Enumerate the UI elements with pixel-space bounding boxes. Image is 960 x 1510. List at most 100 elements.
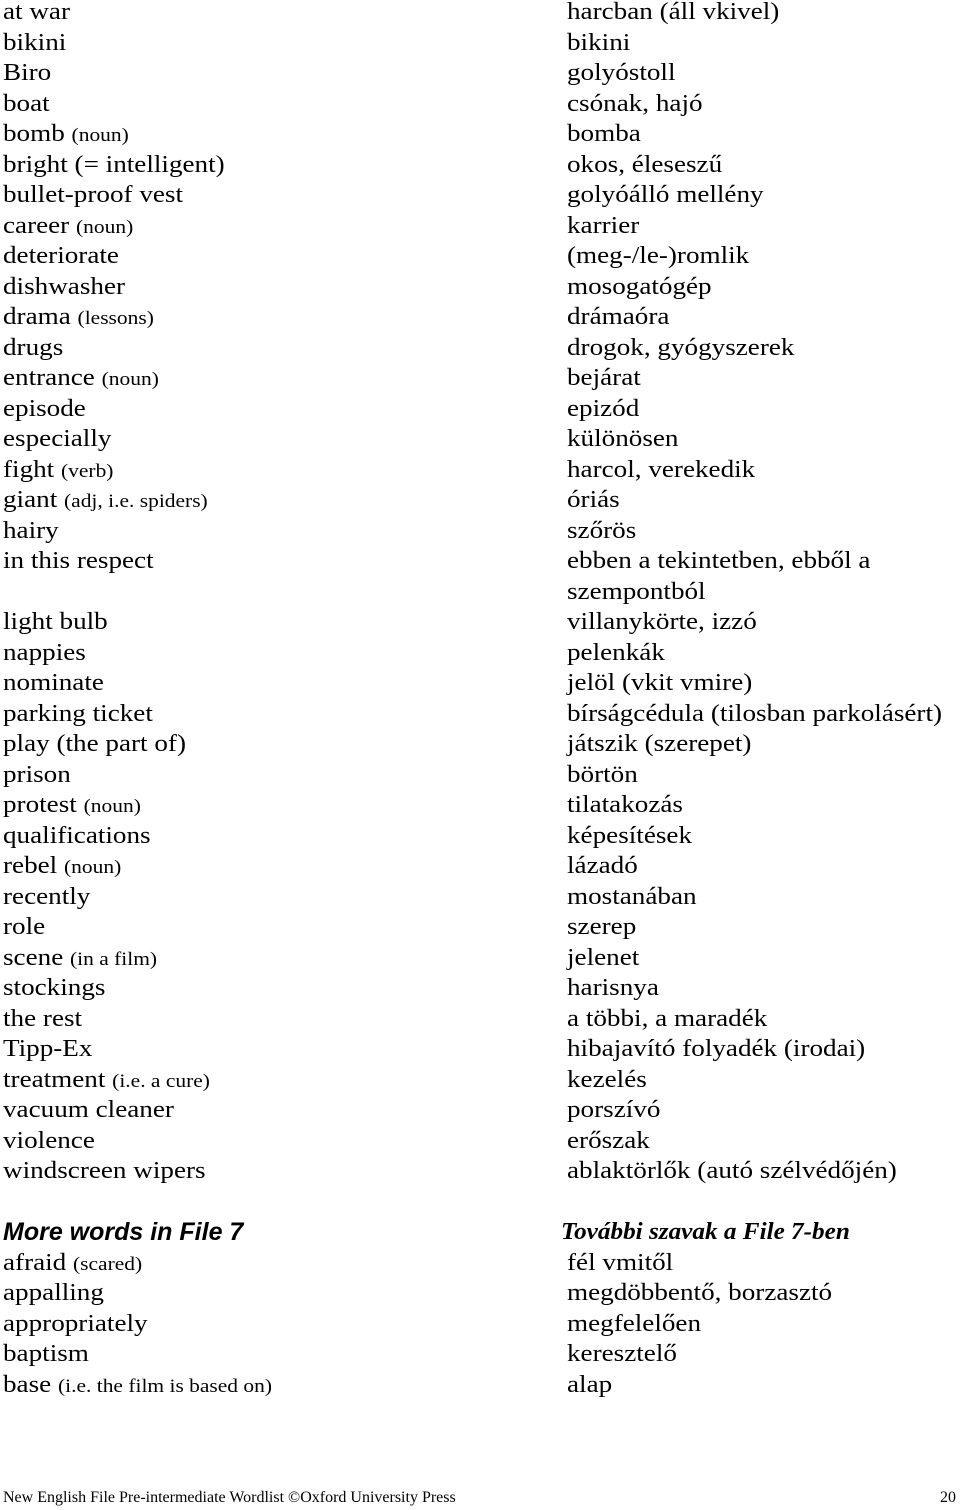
word-row: bullet-proof vest golyóálló mellény bbox=[0, 180, 960, 210]
hungarian-translation: óriás bbox=[567, 487, 620, 513]
english-term: base (i.e. the film is based on) bbox=[3, 1370, 272, 1402]
term-text: appropriately bbox=[3, 1310, 148, 1337]
word-row: bright (= intelligent) okos, éleseszű bbox=[0, 150, 960, 180]
english-term: especially bbox=[3, 424, 111, 454]
english-term: rebel (noun) bbox=[3, 851, 121, 883]
english-term: appalling bbox=[3, 1278, 104, 1308]
term-note: (verb) bbox=[61, 460, 114, 482]
term-text: parking ticket bbox=[3, 700, 153, 727]
word-row: the rest a többi, a maradék bbox=[0, 1004, 960, 1034]
word-row: career (noun) karrier bbox=[0, 211, 960, 241]
word-row: parking ticket bírságcédula (tilosban par… bbox=[0, 699, 960, 729]
english-term: violence bbox=[3, 1126, 95, 1156]
word-row: episode epizód bbox=[0, 394, 960, 424]
term-text: Biro bbox=[3, 60, 52, 86]
term-text: afraid bbox=[3, 1249, 67, 1276]
hungarian-translation: képesítések bbox=[567, 822, 693, 849]
hungarian-translation: lázadó bbox=[567, 853, 638, 879]
hungarian-translation: bejárat bbox=[567, 365, 641, 391]
term-note: (noun) bbox=[101, 369, 159, 390]
hungarian-translation: harcban (áll vkivel) bbox=[567, 0, 780, 25]
word-row: Biro golyóstoll bbox=[0, 58, 960, 88]
footer-text: New English File Pre-intermediate Wordli… bbox=[3, 1489, 456, 1506]
term-text: entrance bbox=[3, 365, 95, 391]
term-text: vacuum cleaner bbox=[3, 1097, 174, 1123]
term-note: (i.e. the film is based on) bbox=[57, 1375, 273, 1397]
term-text: base bbox=[3, 1371, 52, 1398]
word-row: recently mostanában bbox=[0, 882, 960, 912]
english-term: appropriately bbox=[3, 1309, 148, 1339]
term-text: nominate bbox=[3, 670, 104, 696]
english-term: bomb (noun) bbox=[3, 119, 129, 151]
hungarian-translation: erőszak bbox=[567, 1127, 650, 1154]
hungarian-translation: ebben a tekintetben, ebből a bbox=[567, 548, 871, 574]
word-row: Tipp-Ex hibajavító folyadék (irodai) bbox=[0, 1034, 960, 1064]
english-term: fight (verb) bbox=[3, 455, 113, 487]
english-term: play (the part of) bbox=[3, 729, 186, 759]
word-row: giant (adj, i.e. spiders) óriás bbox=[0, 485, 960, 515]
word-row: drugs drogok, gyógyszerek bbox=[0, 333, 960, 363]
term-text: dishwasher bbox=[3, 273, 126, 300]
english-term: light bulb bbox=[3, 607, 108, 637]
term-text: drugs bbox=[3, 334, 64, 361]
term-text: giant bbox=[3, 487, 58, 513]
word-row: bikini bikini bbox=[0, 28, 960, 58]
hungarian-translation: mostanában bbox=[567, 883, 697, 910]
english-term: dishwasher bbox=[3, 272, 125, 302]
term-text: bright (= intelligent) bbox=[3, 151, 225, 178]
english-term: bright (= intelligent) bbox=[3, 150, 225, 180]
english-term: recently bbox=[3, 882, 90, 912]
hungarian-translation: epizód bbox=[567, 395, 640, 422]
term-text: protest bbox=[3, 792, 77, 818]
hungarian-translation: bikini bbox=[567, 29, 631, 56]
term-text: prison bbox=[3, 761, 71, 788]
english-term: treatment (i.e. a cure) bbox=[3, 1065, 210, 1097]
word-row: appalling megdöbbentő, borzasztó bbox=[0, 1278, 960, 1308]
word-row: especially különösen bbox=[0, 424, 960, 454]
term-text: episode bbox=[3, 395, 86, 422]
english-term: drugs bbox=[3, 333, 63, 363]
word-row: fight (verb) harcol, verekedik bbox=[0, 455, 960, 485]
word-row: dishwasher mosogatógép bbox=[0, 272, 960, 302]
page-number: 20 bbox=[940, 1489, 956, 1506]
term-text: bomb bbox=[3, 121, 65, 147]
hungarian-translation: karrier bbox=[567, 212, 640, 239]
english-term: episode bbox=[3, 394, 86, 424]
english-term: deteriorate bbox=[3, 241, 119, 271]
word-row: deteriorate (meg-/le-)romlik bbox=[0, 241, 960, 271]
hungarian-translation: szempontból bbox=[567, 578, 706, 605]
term-text: drama bbox=[3, 304, 71, 330]
english-term: drama (lessons) bbox=[3, 302, 154, 334]
hungarian-translation: jelenet bbox=[567, 944, 640, 971]
english-term: bikini bbox=[3, 28, 66, 58]
hungarian-translation: drogok, gyógyszerek bbox=[567, 334, 795, 361]
section-heading-english: More words in File 7 bbox=[3, 1218, 244, 1246]
hungarian-translation: okos, éleseszű bbox=[567, 151, 723, 178]
english-term: nominate bbox=[3, 668, 104, 698]
term-text: Tipp-Ex bbox=[3, 1036, 93, 1062]
word-row: afraid (scared) fél vmitől bbox=[0, 1248, 960, 1278]
term-note: (i.e. a cure) bbox=[112, 1070, 210, 1092]
term-note: (noun) bbox=[75, 216, 134, 238]
word-row: at war harcban (áll vkivel) bbox=[0, 0, 960, 27]
hungarian-translation: jelöl (vkit vmire) bbox=[567, 670, 753, 696]
term-text: recently bbox=[3, 883, 91, 910]
word-row: protest (noun) tilatakozás bbox=[0, 790, 960, 820]
hungarian-translation: pelenkák bbox=[567, 639, 665, 666]
word-row: windscreen wipers ablaktörlők (autó szélv… bbox=[0, 1156, 960, 1186]
word-row: entrance (noun) bejárat bbox=[0, 363, 960, 393]
hungarian-translation: drámaóra bbox=[567, 304, 670, 330]
term-note: (noun) bbox=[83, 796, 141, 817]
hungarian-translation: alap bbox=[567, 1371, 613, 1398]
term-text: hairy bbox=[3, 517, 59, 544]
hungarian-translation: villanykörte, izzó bbox=[567, 609, 757, 635]
word-row: play (the part of) játszik (szerepet) bbox=[0, 729, 960, 759]
english-term: bullet-proof vest bbox=[3, 180, 183, 210]
hungarian-translation: szőrös bbox=[567, 517, 637, 544]
english-term: boat bbox=[3, 89, 50, 119]
english-term: afraid (scared) bbox=[3, 1248, 142, 1280]
word-row: violence erőszak bbox=[0, 1126, 960, 1156]
word-row: hairy szőrös bbox=[0, 516, 960, 546]
term-text: bullet-proof vest bbox=[3, 182, 184, 208]
term-note: (in a film) bbox=[70, 948, 158, 970]
